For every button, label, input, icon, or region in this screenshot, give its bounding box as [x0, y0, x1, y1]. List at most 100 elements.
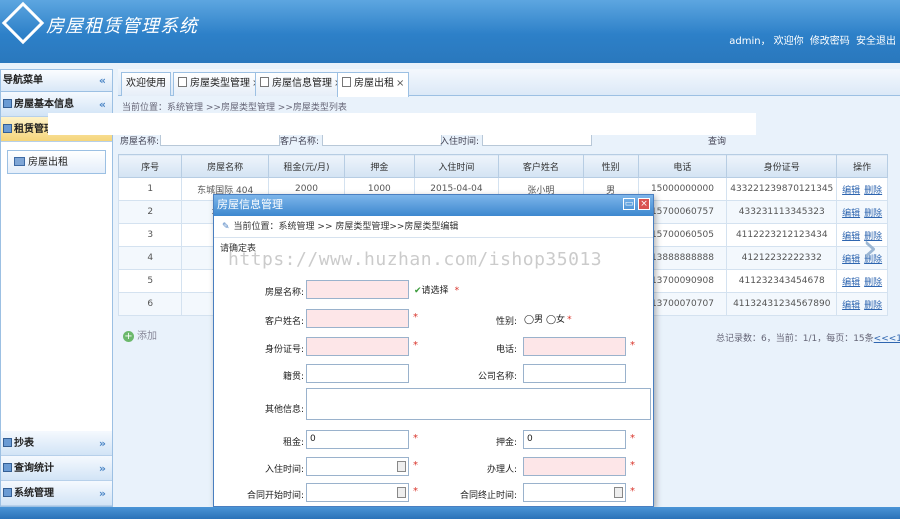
- id-no-input[interactable]: [306, 337, 409, 356]
- other-info-label: 其他信息:: [264, 405, 304, 415]
- welcome-text: 欢迎你: [773, 36, 804, 47]
- cell-actions: 编辑 删除: [836, 292, 888, 316]
- origin-input[interactable]: [306, 364, 409, 383]
- tab-rent-out[interactable]: 房屋出租 ×: [337, 72, 410, 97]
- add-button[interactable]: + 添加: [123, 327, 157, 342]
- col-header: 电话: [637, 154, 728, 178]
- nav-section-label: 房屋基本信息: [14, 99, 74, 110]
- edit-link[interactable]: 编辑: [842, 209, 860, 219]
- change-password-link[interactable]: 修改密码: [810, 36, 850, 47]
- nav-item-label: 房屋出租: [28, 157, 68, 168]
- edit-link[interactable]: 编辑: [842, 255, 860, 265]
- tab-label: 欢迎使用: [126, 78, 166, 89]
- chevron-down-icon: »: [98, 462, 106, 475]
- phone-input[interactable]: [523, 337, 626, 356]
- cell-no: 3: [117, 223, 183, 247]
- col-header: 操作: [836, 154, 888, 178]
- filter-house-name-label: 房屋名称:: [120, 137, 160, 147]
- cell-id: 411232343454678: [726, 269, 838, 293]
- username: admin，: [729, 36, 771, 47]
- tab-house-type[interactable]: 房屋类型管理×: [173, 72, 266, 96]
- pager-links[interactable]: <<<1___>>>: [874, 334, 900, 344]
- chevron-down-icon: »: [98, 487, 106, 500]
- check-icon: ✔: [414, 286, 422, 296]
- rent-input[interactable]: 0: [306, 430, 409, 449]
- radio-female[interactable]: ◯: [546, 315, 556, 325]
- query-button[interactable]: 查询: [708, 134, 726, 147]
- edit-link[interactable]: 编辑: [842, 301, 860, 311]
- nav-section-meter[interactable]: 抄表 »: [1, 431, 112, 456]
- tab-label: 房屋出租: [354, 78, 394, 89]
- sex-label: 性别:: [495, 317, 517, 327]
- nav-item-rent-out[interactable]: 房屋出租: [7, 150, 106, 174]
- delete-link[interactable]: 删除: [864, 209, 882, 219]
- required-star: *: [567, 315, 572, 325]
- cell-id: 41132431234567890: [726, 292, 838, 316]
- required-star: *: [413, 312, 418, 323]
- house-info-dialog: 房屋信息管理 ▭ × ✎ 当前位置：系统管理 >> 房屋类型管理>>房屋类型编辑 …: [213, 194, 654, 507]
- table-header-row: 序号 房屋名称 租金(元/月) 押金 入住时间 客户姓名 性别 电话 身份证号 …: [117, 154, 888, 178]
- tab-house-info[interactable]: 房屋信息管理×: [255, 72, 348, 96]
- nav-section-stats[interactable]: 查询统计 »: [1, 456, 112, 481]
- close-icon[interactable]: ×: [396, 78, 404, 89]
- contract-start-input[interactable]: [306, 483, 409, 502]
- contract-end-input[interactable]: [523, 483, 626, 502]
- contract-end-label: 合同终止时间:: [459, 491, 517, 501]
- hint-text: 请选择: [421, 286, 449, 296]
- deposit-label: 押金:: [495, 438, 517, 448]
- customer-name-input[interactable]: [306, 309, 409, 328]
- edit-link[interactable]: 编辑: [842, 278, 860, 288]
- house-name-label: 房屋名称:: [264, 288, 304, 298]
- calendar-icon[interactable]: [397, 461, 406, 472]
- deposit-input[interactable]: 0: [523, 430, 626, 449]
- document-icon: [260, 77, 269, 87]
- company-label: 公司名称:: [477, 372, 517, 382]
- status-bar: [0, 507, 900, 519]
- dialog-crumb-text: 当前位置：系统管理 >> 房屋类型管理>>房屋类型编辑: [233, 222, 459, 232]
- cell-no: 5: [117, 269, 183, 293]
- calendar-icon[interactable]: [614, 487, 623, 498]
- app-header: 房屋租赁管理系统 admin， 欢迎你 修改密码 安全退出: [0, 0, 900, 63]
- pager: 总记录数：6，当前：1/1，每页：15条<<<1___>>>: [716, 331, 900, 344]
- handler-label: 办理人:: [486, 465, 517, 475]
- dialog-title: 房屋信息管理: [217, 198, 283, 211]
- required-star: *: [413, 460, 418, 471]
- nav-section-label: 抄表: [14, 438, 34, 449]
- delete-link[interactable]: 删除: [864, 301, 882, 311]
- chevron-right-icon[interactable]: ›: [862, 228, 878, 268]
- id-no-label: 身份证号:: [264, 345, 304, 355]
- nav-section-label: 系统管理: [14, 488, 54, 499]
- contract-start-label: 合同开始时间:: [246, 491, 304, 501]
- minimize-icon[interactable]: ▭: [623, 198, 635, 210]
- close-icon[interactable]: ×: [638, 198, 650, 210]
- company-input[interactable]: [523, 364, 626, 383]
- document-icon: [342, 77, 351, 87]
- edit-link[interactable]: 编辑: [842, 186, 860, 196]
- plus-icon: +: [123, 331, 134, 342]
- col-header: 入住时间: [413, 154, 500, 178]
- cell-actions: 编辑 删除: [836, 177, 888, 201]
- other-info-textarea[interactable]: [306, 388, 651, 420]
- collapse-icon[interactable]: «: [99, 70, 106, 92]
- required-star: *: [630, 433, 635, 444]
- house-name-input[interactable]: [306, 280, 409, 299]
- safe-exit-link[interactable]: 安全退出: [856, 36, 896, 47]
- col-header: 押金: [343, 154, 415, 178]
- cell-no: 2: [117, 200, 183, 224]
- tab-welcome[interactable]: 欢迎使用: [121, 72, 171, 96]
- col-header: 客户姓名: [498, 154, 584, 178]
- handler-input[interactable]: [523, 457, 626, 476]
- calendar-icon[interactable]: [397, 487, 406, 498]
- dialog-breadcrumb: ✎ 当前位置：系统管理 >> 房屋类型管理>>房屋类型编辑: [214, 216, 653, 238]
- required-star: *: [630, 460, 635, 471]
- edit-link[interactable]: 编辑: [842, 232, 860, 242]
- delete-link[interactable]: 删除: [864, 278, 882, 288]
- select-hint: ✔请选择 *: [414, 283, 459, 296]
- radio-male[interactable]: ◯: [524, 315, 534, 325]
- nav-bottom-sections: 抄表 » 查询统计 » 系统管理 »: [1, 431, 112, 506]
- delete-link[interactable]: 删除: [864, 186, 882, 196]
- nav-section-system[interactable]: 系统管理 »: [1, 481, 112, 506]
- cell-no: 4: [117, 246, 183, 270]
- required-star: *: [454, 286, 460, 296]
- checkin-input[interactable]: [306, 457, 409, 476]
